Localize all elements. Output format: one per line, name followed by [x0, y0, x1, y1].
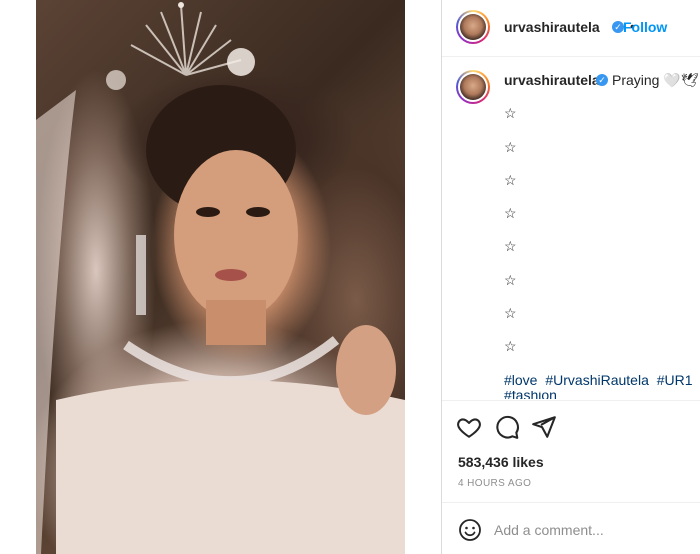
post-username[interactable]: urvashirautela — [504, 19, 600, 35]
like-count[interactable]: 583,436 likes — [458, 454, 544, 470]
hashtag-link[interactable]: #UrvashiRautela — [545, 372, 649, 388]
verified-badge-icon: ✓ — [596, 74, 608, 86]
caption-text: Praying 🤍🕊 — [612, 72, 699, 88]
actions-divider — [442, 400, 700, 401]
share-icon[interactable] — [531, 414, 557, 440]
caption-star: ☆ — [504, 105, 517, 121]
caption-star: ☆ — [504, 238, 517, 254]
hashtag-link[interactable]: #UR1 — [657, 372, 693, 388]
comment-icon[interactable] — [494, 414, 520, 440]
caption-overflow-text: #fashion — [504, 391, 557, 399]
post-timestamp[interactable]: 4 HOURS AGO — [458, 478, 531, 489]
photo-illustration — [36, 2, 405, 554]
caption-star: ☆ — [504, 305, 517, 321]
post-sidebar: urvashirautela ✓ • Follow urvashirautela… — [442, 0, 700, 554]
post-header: urvashirautela ✓ • Follow — [442, 0, 700, 57]
post-media-panel — [0, 0, 441, 554]
caption-star: ☆ — [504, 172, 517, 188]
comment-divider — [442, 502, 700, 503]
heart-icon[interactable] — [456, 414, 482, 440]
post-photo[interactable] — [36, 0, 405, 554]
caption-avatar[interactable] — [456, 70, 490, 104]
caption-star: ☆ — [504, 272, 517, 288]
comment-input[interactable] — [494, 520, 684, 540]
caption-star: ☆ — [504, 205, 517, 221]
caption-star: ☆ — [504, 338, 517, 354]
emoji-icon[interactable] — [458, 518, 482, 542]
caption-username[interactable]: urvashirautela — [504, 72, 600, 88]
caption-star: ☆ — [504, 139, 517, 155]
caption-hashtags: #love #UrvashiRautela #UR1 — [504, 372, 697, 388]
hashtag-link[interactable]: #love — [504, 372, 537, 388]
avatar[interactable] — [456, 10, 490, 44]
follow-button[interactable]: Follow — [623, 19, 667, 35]
